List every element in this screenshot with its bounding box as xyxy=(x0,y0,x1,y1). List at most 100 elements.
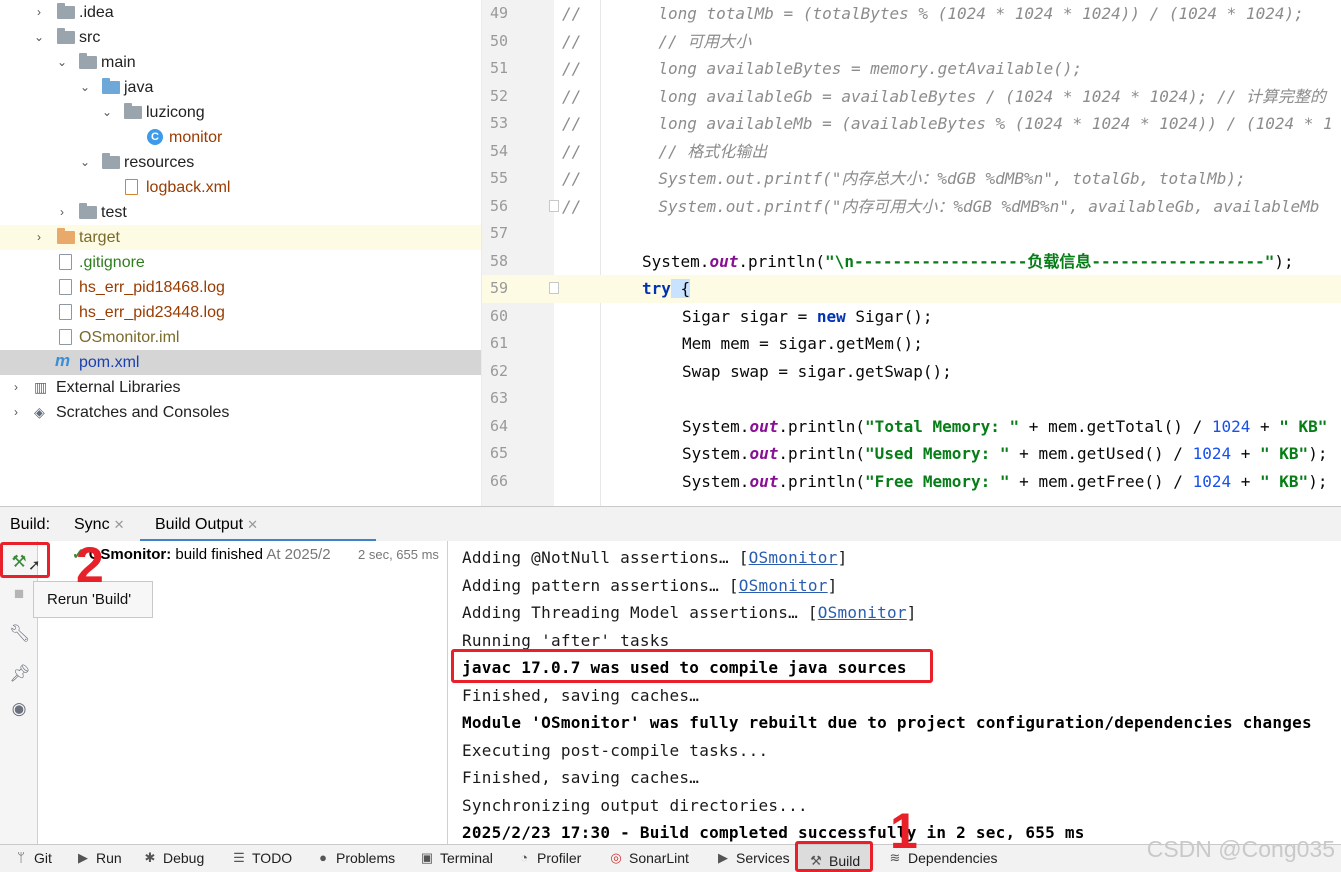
tree-item-external-libraries[interactable]: › ▥ External Libraries xyxy=(0,375,481,400)
line-number: 59 xyxy=(489,279,508,297)
code-editor[interactable]: 49 // long totalMb = (totalBytes % (1024 … xyxy=(481,0,1341,506)
chevron-right-icon[interactable]: › xyxy=(56,206,68,218)
toolwindow-git[interactable]: ᛘ Git xyxy=(14,850,52,866)
code-text: // System.out.printf("内存总大小：%dGB %dMB%n"… xyxy=(562,169,1246,188)
code-text: // long totalMb = (totalBytes % (1024 * … xyxy=(562,4,1304,23)
module-link[interactable]: OSmonitor xyxy=(818,603,907,622)
tree-item-luzicong[interactable]: ⌄ luzicong xyxy=(0,100,481,125)
toolwindow-label: SonarLint xyxy=(629,850,689,866)
tree-item-target[interactable]: › target xyxy=(0,225,481,250)
fold-marker-icon[interactable] xyxy=(549,282,559,294)
code-text: // long availableGb = availableBytes / (… xyxy=(562,86,1326,106)
tree-label: .gitignore xyxy=(79,253,145,271)
folder-icon xyxy=(79,53,97,69)
toolwindow-label: Services xyxy=(736,850,790,866)
tree-item-monitor[interactable]: C monitor xyxy=(0,125,481,150)
code-text: try { xyxy=(642,279,691,298)
tree-item-gitignore[interactable]: .gitignore xyxy=(0,250,481,275)
chevron-right-icon[interactable]: › xyxy=(10,381,22,393)
line-number: 65 xyxy=(489,444,508,462)
code-line: 56 // System.out.printf("内存可用大小：%dGB %dMB… xyxy=(482,193,1341,221)
line-number: 56 xyxy=(489,196,508,215)
console-line: Adding Threading Model assertions… [OSmo… xyxy=(462,603,917,622)
stop-icon[interactable]: ■ xyxy=(9,584,29,604)
profiler-icon: ◔ xyxy=(520,850,528,865)
tree-label: External Libraries xyxy=(56,378,181,396)
code-text: System.out.println("\n------------------… xyxy=(642,251,1294,271)
console-line: Adding @NotNull assertions… [OSmonitor] xyxy=(462,548,848,567)
tree-item-scratches[interactable]: › ◈ Scratches and Consoles xyxy=(0,400,481,425)
tree-item-main[interactable]: ⌄ main xyxy=(0,50,481,75)
tree-item-iml[interactable]: OSmonitor.iml xyxy=(0,325,481,350)
build-toolwindow-title: Build: xyxy=(10,516,51,533)
tab-sync[interactable]: Sync ✕ xyxy=(74,516,124,534)
code-text: // // 可用大小 xyxy=(562,31,752,51)
chevron-down-icon[interactable]: ⌄ xyxy=(56,56,68,68)
tree-item-log2[interactable]: hs_err_pid23448.log xyxy=(0,300,481,325)
code-line: 64 System.out.println("Total Memory: " + … xyxy=(482,413,1341,441)
wrench-icon[interactable]: 🔧︎ xyxy=(9,624,31,644)
folder-icon xyxy=(57,28,75,44)
console-line: Running 'after' tasks xyxy=(462,630,670,650)
folder-icon xyxy=(57,3,75,19)
build-status: build finished xyxy=(175,546,263,563)
code-line: 52 // long availableGb = availableBytes /… xyxy=(482,83,1341,111)
todo-icon: ☰ xyxy=(233,850,245,865)
close-icon[interactable]: ✕ xyxy=(114,517,125,532)
chevron-right-icon[interactable]: › xyxy=(33,231,45,243)
console-line: Adding pattern assertions… [OSmonitor] xyxy=(462,575,838,595)
build-result-row[interactable]: ✓ OSmonitor: build finished At 2025/2 xyxy=(72,545,331,563)
toolwindow-sonarlint[interactable]: ◎ SonarLint xyxy=(609,850,689,866)
tree-label: monitor xyxy=(169,128,223,146)
pin-icon[interactable]: 📌︎ xyxy=(9,664,31,684)
line-number: 51 xyxy=(489,59,508,77)
toolwindow-profiler[interactable]: ◔ Profiler xyxy=(517,850,581,866)
chevron-down-icon[interactable]: ⌄ xyxy=(33,31,45,43)
tree-item-log1[interactable]: hs_err_pid18468.log xyxy=(0,275,481,300)
chevron-down-icon[interactable]: ⌄ xyxy=(101,106,113,118)
tree-label: luzicong xyxy=(146,103,205,121)
module-link[interactable]: OSmonitor xyxy=(739,576,828,595)
fold-marker-icon[interactable] xyxy=(549,199,559,212)
toolwindow-terminal[interactable]: ▣ Terminal xyxy=(420,850,493,866)
tree-item-pom[interactable]: m pom.xml xyxy=(0,350,481,375)
line-number: 61 xyxy=(489,334,508,352)
tree-item-resources[interactable]: ⌄ resources xyxy=(0,150,481,175)
toolwindow-label: Profiler xyxy=(537,850,582,866)
code-line: 58 System.out.println("\n----------------… xyxy=(482,248,1341,276)
folder-icon xyxy=(79,203,97,219)
tree-label: Scratches and Consoles xyxy=(56,403,230,421)
toolwindow-services[interactable]: ▶ Services xyxy=(716,850,790,866)
tree-label: logback.xml xyxy=(146,178,231,196)
toolwindow-todo[interactable]: ☰ TODO xyxy=(232,850,292,866)
chevron-right-icon[interactable]: › xyxy=(10,406,22,418)
tree-item-logback[interactable]: logback.xml xyxy=(0,175,481,200)
code-text: Mem mem = sigar.getMem(); xyxy=(682,334,923,353)
tree-item-java[interactable]: ⌄ java xyxy=(0,75,481,100)
chevron-down-icon[interactable]: ⌄ xyxy=(79,81,91,93)
toolwindow-run[interactable]: ▶ Run xyxy=(76,850,122,866)
tree-item-test[interactable]: › test xyxy=(0,200,481,225)
tab-build-output[interactable]: Build Output ✕ xyxy=(140,507,376,542)
watermark: CSDN @Cong035 xyxy=(1146,836,1335,862)
tree-item-idea[interactable]: › .idea xyxy=(0,0,481,25)
toolwindow-problems[interactable]: ● Problems xyxy=(316,850,395,866)
line-number: 62 xyxy=(489,361,508,380)
tree-label: hs_err_pid23448.log xyxy=(79,303,225,321)
toolwindow-label: Debug xyxy=(163,850,205,866)
annotation-box-rerun xyxy=(0,542,50,578)
java-class-icon: C xyxy=(147,129,163,145)
close-icon[interactable]: ✕ xyxy=(247,517,258,532)
build-output-console[interactable]: Adding @NotNull assertions… [OSmonitor] … xyxy=(449,541,1341,844)
console-line: Module 'OSmonitor' was fully rebuilt due… xyxy=(462,713,1312,732)
debug-icon: ✱ xyxy=(144,850,156,865)
tree-item-src[interactable]: ⌄ src xyxy=(0,25,481,50)
run-icon: ▶ xyxy=(78,850,88,865)
toolwindow-debug[interactable]: ✱ Debug xyxy=(143,850,205,866)
chevron-down-icon[interactable]: ⌄ xyxy=(79,156,91,168)
chevron-right-icon[interactable]: › xyxy=(33,6,45,18)
code-text: System.out.println("Used Memory: " + mem… xyxy=(682,444,1328,463)
module-link[interactable]: OSmonitor xyxy=(749,548,838,567)
tree-label: OSmonitor.iml xyxy=(79,328,180,346)
eye-icon[interactable]: ◉ xyxy=(9,699,29,719)
